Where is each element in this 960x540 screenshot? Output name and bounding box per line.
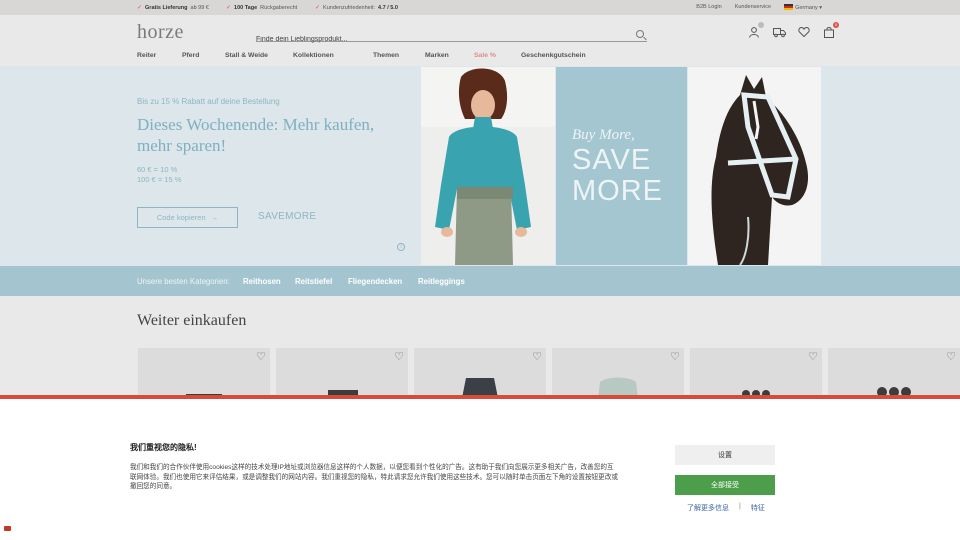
banner-more-word: MORE [572,175,663,207]
logo[interactable]: horze [137,21,184,44]
cookie-settings-button[interactable]: 设置 [675,445,775,465]
usp-satisfaction: ✓ Kundenzufriedenheit: 4.7 / 5.0 [315,4,398,12]
hero-tier-2: 100 € = 15 % [137,175,182,184]
nav-item-kollektionen[interactable]: Kollektionen [293,52,373,59]
category-reitstiefel[interactable]: Reitstiefel [295,277,332,286]
nav-item-pferd[interactable]: Pferd [182,52,225,59]
main-nav: Reiter Pferd Stall & Weide Kollektionen … [137,52,586,59]
hero-image-rider [421,67,555,265]
nav-item-reiter[interactable]: Reiter [137,52,182,59]
wishlist-heart-icon[interactable]: ♡ [946,352,956,363]
site-header: horze 0 Reiter Pferd Stall & Weide Kolle… [0,15,960,66]
promo-code: SAVEMORE [258,211,317,222]
search-icon[interactable] [636,30,644,38]
wishlist-heart-icon[interactable]: ♡ [670,352,680,363]
product-card[interactable]: ♡ [414,348,546,398]
wishlist-heart-icon[interactable]: ♡ [808,352,818,363]
top-links: B2B Login Kundenservice Germany ▾ [696,4,822,11]
search-input[interactable] [256,36,626,43]
category-fliegendecken[interactable]: Fliegendecken [348,277,402,286]
privacy-settings-icon[interactable] [4,526,11,531]
wishlist-heart-icon[interactable]: ♡ [256,352,266,363]
cart-badge: 0 [833,22,839,28]
usp-bold: 100 Tage [234,4,258,11]
nav-item-sale[interactable]: Sale % [474,52,521,59]
check-icon: ✓ [315,5,321,11]
bag-icon[interactable]: 0 [823,22,839,38]
hero-tier-1: 60 € = 10 % [137,165,178,174]
cookie-links: 了解更多信息 | 特征 [687,503,765,513]
header-icons: 0 [748,22,839,38]
cookie-consent-banner: 我们重视您的隐私! 我们和我们的合作伙伴使用cookies这样的技术处理IP地址… [0,399,960,540]
arrow-right-icon: → [210,213,219,222]
search-bar [256,28,647,43]
hero-subtitle: Bis zu 15 % Rabatt auf deine Bestellung [137,97,280,106]
cookie-text: 我们和我们的合作伙伴使用cookies这样的技术处理IP地址或浏览器信息这样的个… [130,464,618,490]
categories-label: Unsere besten Kategorien: [137,277,230,286]
product-card[interactable]: ♡ [276,348,408,398]
user-badge [758,22,764,28]
banner-save-word: SAVE [572,144,652,176]
nav-item-marken[interactable]: Marken [425,52,474,59]
wishlist-heart-icon[interactable]: ♡ [532,352,542,363]
b2b-login-link[interactable]: B2B Login [696,4,721,11]
country-selector[interactable]: Germany ▾ [784,4,822,11]
usp-bold: 4.7 / 5.0 [378,4,398,11]
more-info-link[interactable]: 了解更多信息 [687,503,729,513]
product-card[interactable]: ♡ [690,348,822,398]
best-categories-band: Unsere besten Kategorien: Reithosen Reit… [0,266,960,296]
copy-code-button[interactable]: Code kopieren → [137,207,238,228]
copy-code-label: Code kopieren [156,213,206,222]
accept-all-button[interactable]: 全部接受 [675,475,775,495]
hero-image-save-more: Buy More, SAVE MORE [556,67,687,265]
country-label: Germany [795,5,818,11]
hero-image-horse [688,67,821,265]
features-link[interactable]: 特征 [751,503,765,513]
customer-service-link[interactable]: Kundenservice [735,4,771,11]
check-icon: ✓ [226,5,232,11]
usp-free-delivery: ✓ Gratis Lieferung ab 99 € [137,4,209,12]
user-icon[interactable] [748,22,764,38]
nav-item-stall-weide[interactable]: Stall & Weide [225,52,293,59]
heart-icon[interactable] [798,26,810,38]
category-reitleggings[interactable]: Reitleggings [418,277,465,286]
check-icon: ✓ [137,5,143,11]
usp-text: Kundenzufriedenheit: [323,4,376,11]
info-icon[interactable]: i [397,243,405,251]
truck-icon[interactable] [773,26,786,38]
top-usp-bar: ✓ Gratis Lieferung ab 99 € ✓ 100 Tage Rü… [0,0,960,15]
hero-banner: Bis zu 15 % Rabatt auf deine Bestellung … [0,66,960,266]
product-card[interactable]: ♡ [138,348,270,398]
usp-text: ab 99 € [190,4,209,11]
banner-buy-more: Buy More, [572,127,635,143]
product-card[interactable]: ♡ [828,348,960,398]
hero-title: Dieses Wochenende: Mehr kaufen, mehr spa… [137,115,375,155]
usp-bold: Gratis Lieferung [145,4,188,11]
link-separator: | [739,503,741,510]
germany-flag-icon [784,4,794,10]
banner-save-more: SAVE MORE [572,145,663,207]
usp-returns: ✓ 100 Tage Rückgaberecht [226,4,298,12]
usp-text: Rückgaberecht [260,4,298,11]
nav-item-themen[interactable]: Themen [373,52,425,59]
nav-item-gift-card[interactable]: Geschenkgutschein [521,52,586,59]
wishlist-heart-icon[interactable]: ♡ [394,352,404,363]
cookie-title: 我们重视您的隐私! [130,443,197,452]
product-card[interactable]: ♡ [552,348,684,398]
category-reithosen[interactable]: Reithosen [243,277,281,286]
section-title: Weiter einkaufen [137,312,247,329]
